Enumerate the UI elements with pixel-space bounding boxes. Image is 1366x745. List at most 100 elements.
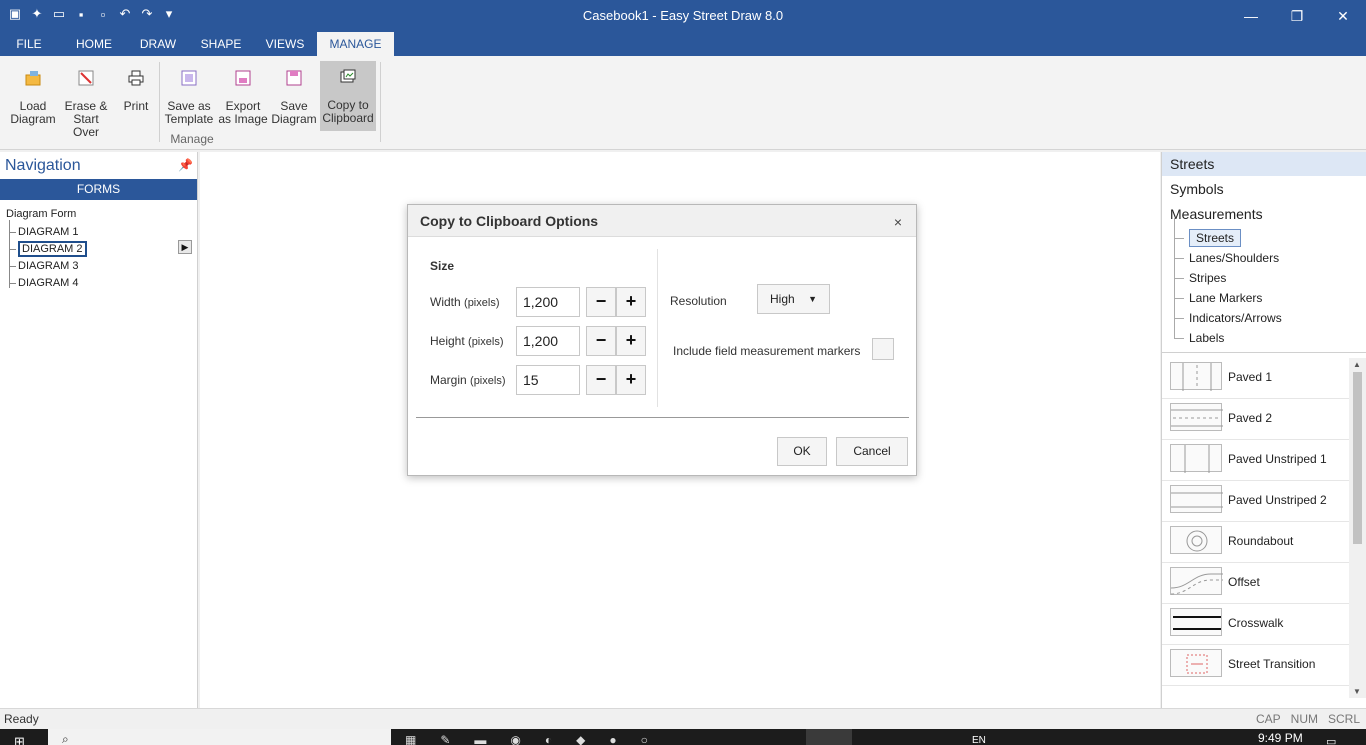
category-streets[interactable]: Streets bbox=[1162, 152, 1366, 176]
save-diagram-button[interactable]: Save Diagram bbox=[268, 62, 320, 128]
caps-lock-indicator: CAP bbox=[1255, 712, 1281, 726]
tree-item-diagram-4[interactable]: DIAGRAM 4 bbox=[6, 271, 87, 292]
erase-start-over-button[interactable]: Erase & Start Over bbox=[60, 62, 112, 139]
export-image-icon bbox=[233, 68, 253, 88]
tree-root[interactable]: Diagram Form bbox=[6, 208, 87, 224]
cancel-button[interactable]: Cancel bbox=[836, 437, 908, 466]
shape-item-crosswalk[interactable]: Crosswalk bbox=[1162, 604, 1350, 645]
ribbon: Load Diagram Erase & Start Over Print Sa… bbox=[0, 56, 1366, 150]
close-window-button[interactable]: ✕ bbox=[1320, 0, 1366, 32]
subcategory-lanes-shoulders[interactable]: Lanes/Shoulders bbox=[1174, 238, 1282, 268]
shape-item-offset[interactable]: Offset bbox=[1162, 563, 1350, 604]
ribbon-separator bbox=[159, 62, 160, 142]
subcategory-indicators-arrows[interactable]: Indicators/Arrows bbox=[1174, 298, 1282, 328]
height-increment-button[interactable]: + bbox=[616, 326, 646, 356]
category-symbols[interactable]: Symbols bbox=[1162, 177, 1366, 201]
num-lock-indicator: NUM bbox=[1290, 712, 1318, 726]
shape-item-paved-2[interactable]: Paved 2 bbox=[1162, 399, 1350, 440]
status-text: Ready bbox=[4, 712, 39, 726]
shape-list-scrollbar[interactable]: ▲ ▼ bbox=[1349, 358, 1366, 698]
chrome-icon[interactable]: ◉ bbox=[510, 733, 520, 745]
tree-item-diagram-3[interactable]: DIAGRAM 3 bbox=[6, 254, 87, 275]
category-measurements[interactable]: Measurements bbox=[1162, 202, 1366, 226]
shape-item-street-transition[interactable]: Street Transition bbox=[1162, 645, 1350, 686]
restore-button[interactable]: ❐ bbox=[1274, 0, 1320, 32]
street-transition-thumbnail bbox=[1170, 649, 1222, 677]
shape-item-paved-unstriped-2[interactable]: Paved Unstriped 2 bbox=[1162, 481, 1350, 522]
margin-input[interactable] bbox=[516, 365, 580, 395]
pin-icon[interactable]: 📌 bbox=[178, 158, 193, 172]
taskbar-search-box[interactable]: ⌕ bbox=[48, 729, 391, 745]
shape-item-paved-1[interactable]: Paved 1 bbox=[1162, 358, 1350, 399]
width-decrement-button[interactable]: − bbox=[586, 287, 616, 317]
subcategory-streets[interactable]: Streets bbox=[1174, 218, 1282, 248]
print-button[interactable]: Print bbox=[110, 62, 162, 128]
diagram-tree: Diagram Form DIAGRAM 1 DIAGRAM 2 DIAGRAM… bbox=[6, 208, 87, 292]
height-input[interactable] bbox=[516, 326, 580, 356]
tab-home[interactable]: HOME bbox=[64, 32, 124, 56]
forms-header[interactable]: FORMS bbox=[0, 179, 197, 200]
export-as-image-button[interactable]: Export as Image bbox=[217, 62, 269, 128]
paint-app-icon[interactable]: ◐ bbox=[545, 733, 552, 745]
copy-to-clipboard-button[interactable]: Copy to Clipboard bbox=[320, 61, 376, 131]
crosswalk-thumbnail bbox=[1170, 608, 1222, 636]
clipboard-icon bbox=[338, 67, 358, 87]
save-as-template-button[interactable]: Save as Template bbox=[163, 62, 215, 128]
file-explorer-icon[interactable]: ▬ bbox=[474, 733, 486, 745]
include-markers-checkbox[interactable] bbox=[872, 338, 894, 360]
window-title: Casebook1 - Easy Street Draw 8.0 bbox=[582, 8, 784, 23]
roundabout-thumbnail bbox=[1170, 526, 1222, 554]
width-label: Width bbox=[430, 295, 461, 309]
load-diagram-button[interactable]: Load Diagram bbox=[7, 62, 59, 128]
tab-draw[interactable]: DRAW bbox=[130, 32, 186, 56]
panel-divider bbox=[1162, 352, 1366, 353]
taskbar-clock[interactable]: 9:49 PM bbox=[1258, 731, 1303, 745]
height-row: Height (pixels) − + bbox=[430, 326, 646, 356]
paved-2-thumbnail bbox=[1170, 403, 1223, 431]
tab-manage[interactable]: MANAGE bbox=[317, 32, 394, 56]
pencil-app-icon[interactable]: ✎ bbox=[440, 733, 450, 745]
shape-library-panel: Streets Symbols Measurements Streets Lan… bbox=[1161, 152, 1366, 708]
ok-button[interactable]: OK bbox=[777, 437, 827, 466]
subcategory-labels[interactable]: Labels bbox=[1174, 318, 1282, 348]
easy-street-draw-taskbar-button[interactable] bbox=[806, 729, 852, 745]
scroll-down-icon[interactable]: ▼ bbox=[1353, 687, 1361, 696]
tab-views[interactable]: VIEWS bbox=[256, 32, 314, 56]
paved-unstriped-2-thumbnail bbox=[1170, 485, 1223, 513]
scrollbar-thumb[interactable] bbox=[1353, 372, 1362, 544]
expand-arrow-icon[interactable]: ▶ bbox=[178, 240, 192, 254]
notification-icon[interactable]: ▭ bbox=[1326, 735, 1336, 745]
margin-increment-button[interactable]: + bbox=[616, 365, 646, 395]
scroll-up-icon[interactable]: ▲ bbox=[1353, 360, 1361, 369]
street-subcategories: Streets Lanes/Shoulders Stripes Lane Mar… bbox=[1174, 218, 1282, 348]
language-indicator[interactable]: EN bbox=[972, 735, 986, 745]
status-bar: Ready CAP NUM SCRL bbox=[0, 708, 1366, 729]
taskbar-apps: ▦ ✎ ▬ ◉ ◐ ◆ ● ○ bbox=[405, 733, 648, 745]
task-view-icon[interactable]: ▦ bbox=[405, 733, 416, 745]
shape-item-roundabout[interactable]: Roundabout bbox=[1162, 522, 1350, 563]
subcategory-lane-markers[interactable]: Lane Markers bbox=[1174, 278, 1282, 308]
subcategory-stripes[interactable]: Stripes bbox=[1174, 258, 1282, 288]
resolution-select[interactable]: High ▼ bbox=[757, 284, 830, 314]
windows-start-icon[interactable]: ⊞ bbox=[14, 734, 25, 745]
width-increment-button[interactable]: + bbox=[616, 287, 646, 317]
ribbon-group-label: Manage bbox=[170, 132, 214, 146]
minimize-button[interactable]: — bbox=[1228, 0, 1274, 32]
app-icon[interactable]: ◆ bbox=[576, 733, 585, 745]
tree-item-diagram-2[interactable]: DIAGRAM 2 bbox=[6, 237, 87, 258]
whatsapp-icon[interactable]: ● bbox=[609, 733, 616, 745]
tab-shape[interactable]: SHAPE bbox=[192, 32, 250, 56]
include-markers-label: Include field measurement markers bbox=[673, 344, 861, 358]
tab-file[interactable]: FILE bbox=[0, 32, 58, 56]
margin-decrement-button[interactable]: − bbox=[586, 365, 616, 395]
search-icon: ⌕ bbox=[62, 732, 69, 745]
height-decrement-button[interactable]: − bbox=[586, 326, 616, 356]
tree-item-diagram-1[interactable]: DIAGRAM 1 bbox=[6, 220, 87, 241]
height-label: Height bbox=[430, 334, 465, 348]
dialog-close-icon[interactable]: × bbox=[894, 214, 902, 230]
dialog-vertical-separator bbox=[657, 249, 658, 407]
width-input[interactable] bbox=[516, 287, 580, 317]
navigation-title: Navigation bbox=[5, 157, 81, 174]
shape-item-paved-unstriped-1[interactable]: Paved Unstriped 1 bbox=[1162, 440, 1350, 481]
opera-icon[interactable]: ○ bbox=[641, 733, 648, 745]
